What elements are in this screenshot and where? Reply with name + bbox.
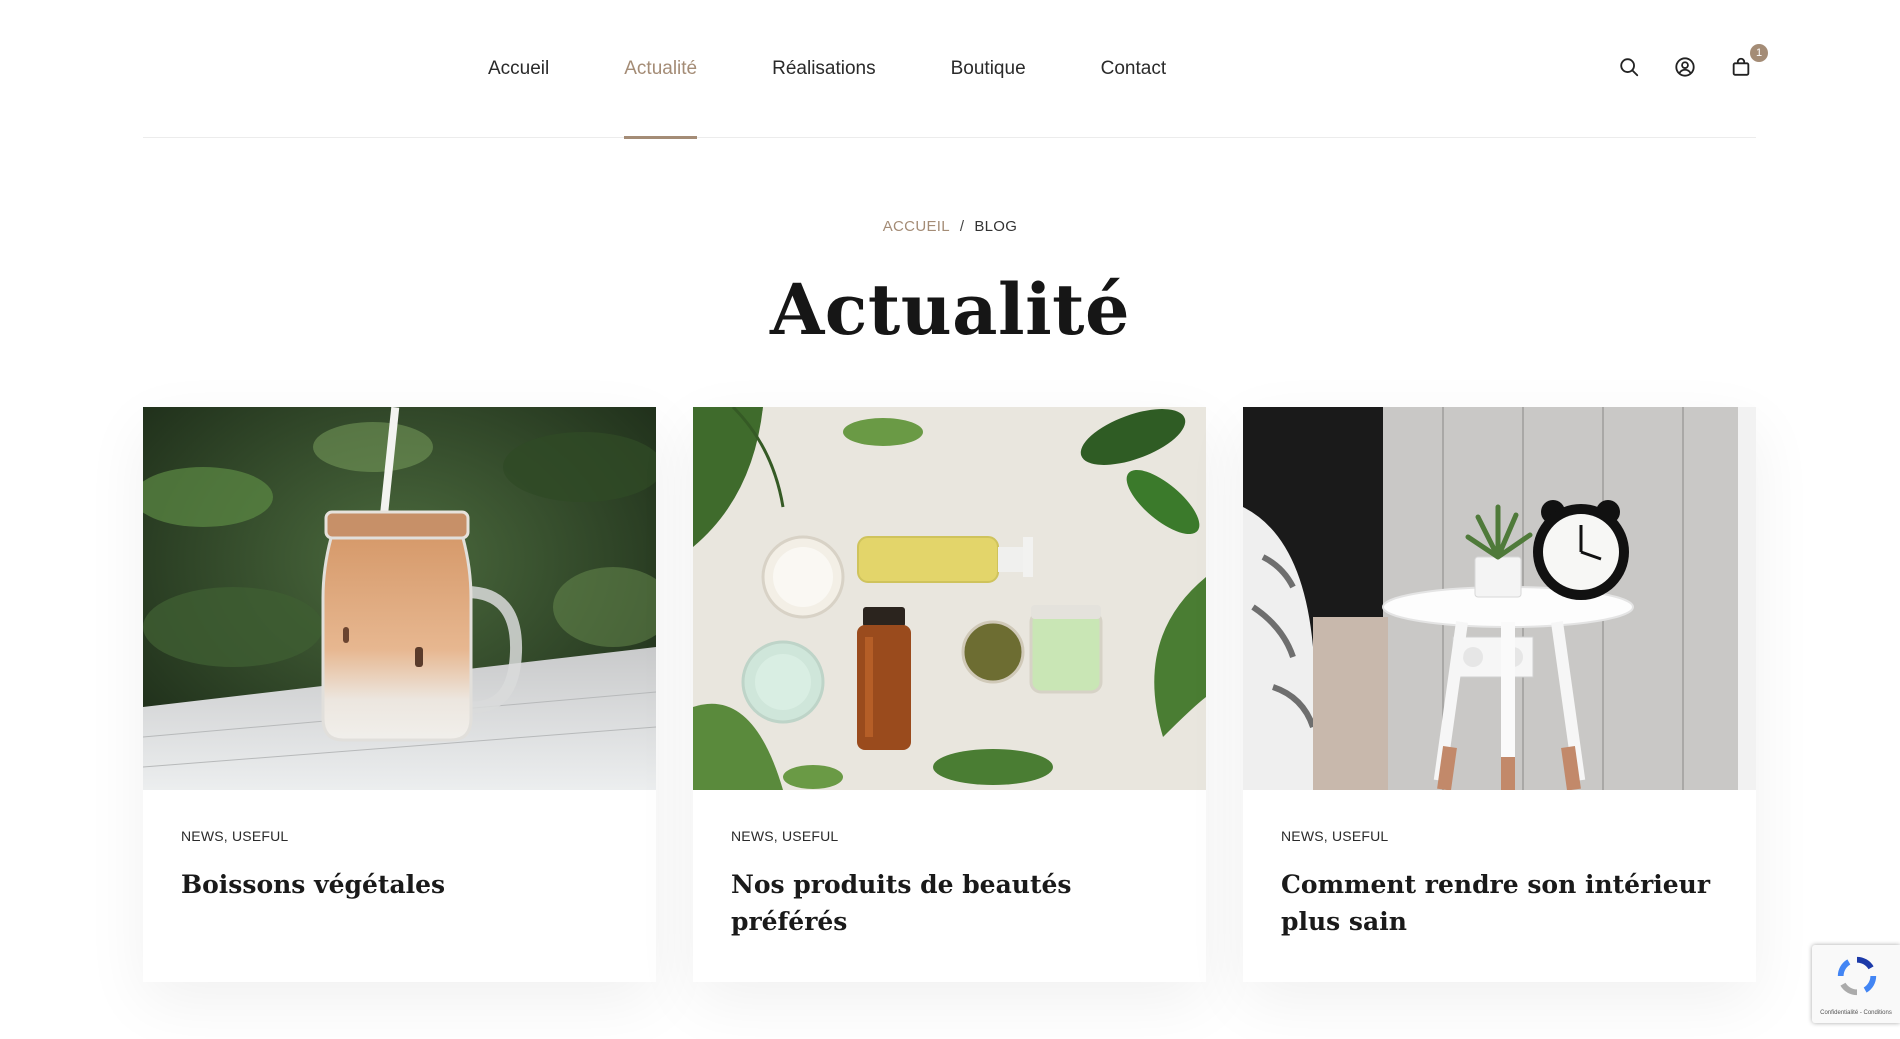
- breadcrumb: ACCUEIL / BLOG: [0, 218, 1900, 235]
- post-title[interactable]: Comment rendre son intérieur plus sain: [1281, 866, 1718, 940]
- post-thumbnail-bedroom[interactable]: [1243, 407, 1756, 790]
- blog-post-card[interactable]: NEWS, USEFUL Nos produits de beautés pré…: [693, 407, 1206, 982]
- post-categories[interactable]: NEWS, USEFUL: [181, 828, 618, 844]
- breadcrumb-home-link[interactable]: ACCUEIL: [883, 218, 950, 235]
- site-header: Accueil Actualité Réalisations Boutique …: [143, 0, 1768, 139]
- nav-item-boutique[interactable]: Boutique: [951, 0, 1026, 138]
- page-title: Actualité: [769, 268, 1131, 351]
- search-icon[interactable]: [1614, 52, 1644, 82]
- post-title[interactable]: Boissons végétales: [181, 866, 618, 903]
- blog-post-card[interactable]: NEWS, USEFUL Comment rendre son intérieu…: [1243, 407, 1756, 982]
- main-nav: Accueil Actualité Réalisations Boutique …: [488, 0, 1241, 139]
- cart-count-badge: 1: [1750, 44, 1768, 62]
- post-thumbnail-iced-drink[interactable]: [143, 407, 656, 790]
- recaptcha-icon: [1837, 956, 1877, 996]
- nav-item-realisations[interactable]: Réalisations: [772, 0, 876, 138]
- blog-posts-grid: NEWS, USEFUL Boissons végétales NEWS, US…: [143, 407, 1756, 982]
- header-actions: 1: [1588, 44, 1768, 82]
- post-categories[interactable]: NEWS, USEFUL: [731, 828, 1168, 844]
- blog-post-card[interactable]: NEWS, USEFUL Boissons végétales: [143, 407, 656, 982]
- breadcrumb-current: BLOG: [974, 218, 1018, 235]
- recaptcha-links[interactable]: Confidentialité - Conditions: [1812, 1010, 1900, 1016]
- nav-item-actualite[interactable]: Actualité: [624, 0, 697, 139]
- post-title[interactable]: Nos produits de beautés préférés: [731, 866, 1168, 940]
- post-categories[interactable]: NEWS, USEFUL: [1281, 828, 1718, 844]
- user-icon[interactable]: [1670, 52, 1700, 82]
- recaptcha-badge[interactable]: Confidentialité - Conditions: [1812, 945, 1900, 1023]
- post-thumbnail-beauty-products[interactable]: [693, 407, 1206, 790]
- cart-icon[interactable]: 1: [1726, 44, 1768, 82]
- breadcrumb-separator: /: [959, 218, 965, 235]
- nav-item-contact[interactable]: Contact: [1101, 0, 1166, 138]
- nav-item-accueil[interactable]: Accueil: [488, 0, 549, 138]
